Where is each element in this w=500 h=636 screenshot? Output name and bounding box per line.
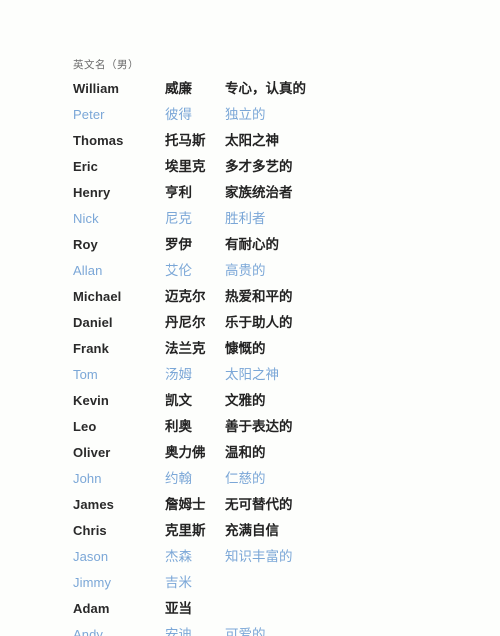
table-row: Tom 汤姆 太阳之神 — [0, 362, 500, 388]
chinese-name-cell: 亚当 — [165, 601, 192, 617]
chinese-name-cell: 尼克 — [165, 211, 192, 227]
meaning-cell: 乐于助人的 — [225, 315, 293, 331]
table-row: Thomas 托马斯 太阳之神 — [0, 128, 500, 154]
english-name-cell: Allan — [73, 263, 103, 278]
english-name-cell: Adam — [73, 601, 110, 616]
english-name-cell: Henry — [73, 185, 111, 200]
meaning-cell: 充满自信 — [225, 523, 279, 539]
table-row: Kevin 凯文 文雅的 — [0, 388, 500, 414]
english-name-cell: Nick — [73, 211, 99, 226]
table-row: Chris 克里斯 充满自信 — [0, 518, 500, 544]
table-row: Oliver 奥力佛 温和的 — [0, 440, 500, 466]
meaning-cell: 高贵的 — [225, 263, 266, 279]
chinese-name-cell: 迈克尔 — [165, 289, 206, 305]
meaning-cell: 文雅的 — [225, 393, 266, 409]
meaning-cell: 热爱和平的 — [225, 289, 293, 305]
chinese-name-cell: 杰森 — [165, 549, 192, 565]
chinese-name-cell: 安迪 — [165, 627, 192, 636]
table-row: Jason 杰森 知识丰富的 — [0, 544, 500, 570]
english-name-cell: Tom — [73, 367, 98, 382]
chinese-name-cell: 彼得 — [165, 107, 192, 123]
meaning-cell: 有耐心的 — [225, 237, 279, 253]
english-name-cell: Peter — [73, 107, 105, 122]
chinese-name-cell: 约翰 — [165, 471, 192, 487]
chinese-name-cell: 埃里克 — [165, 159, 206, 175]
meaning-cell: 专心，认真的 — [225, 81, 306, 97]
chinese-name-cell: 罗伊 — [165, 237, 192, 253]
table-row: Frank 法兰克 慷慨的 — [0, 336, 500, 362]
chinese-name-cell: 汤姆 — [165, 367, 192, 383]
table-row: Leo 利奥 善于表达的 — [0, 414, 500, 440]
chinese-name-cell: 亨利 — [165, 185, 192, 201]
meaning-cell: 独立的 — [225, 107, 266, 123]
table-row: Michael 迈克尔 热爱和平的 — [0, 284, 500, 310]
chinese-name-cell: 丹尼尔 — [165, 315, 206, 331]
english-name-cell: Jimmy — [73, 575, 112, 590]
table-row: John 约翰 仁慈的 — [0, 466, 500, 492]
english-name-cell: John — [73, 471, 102, 486]
meaning-cell: 仁慈的 — [225, 471, 266, 487]
table-row: Roy 罗伊 有耐心的 — [0, 232, 500, 258]
chinese-name-cell: 托马斯 — [165, 133, 206, 149]
english-name-cell: Kevin — [73, 393, 109, 408]
table-row: Nick 尼克 胜利者 — [0, 206, 500, 232]
english-name-table: William 威廉 专心，认真的 Peter 彼得 独立的 Thomas 托马斯 太阳之神 Er… — [0, 76, 500, 636]
meaning-cell: 温和的 — [225, 445, 266, 461]
table-row: Jimmy 吉米 — [0, 570, 500, 596]
table-row: Eric 埃里克 多才多艺的 — [0, 154, 500, 180]
chinese-name-cell: 法兰克 — [165, 341, 206, 357]
table-row: Henry 亨利 家族统治者 — [0, 180, 500, 206]
chinese-name-cell: 吉米 — [165, 575, 192, 591]
table-row: William 威廉 专心，认真的 — [0, 76, 500, 102]
english-name-cell: Daniel — [73, 315, 113, 330]
table-row: Daniel 丹尼尔 乐于助人的 — [0, 310, 500, 336]
table-row: Andy 安迪 可爱的 — [0, 622, 500, 636]
meaning-cell: 胜利者 — [225, 211, 266, 227]
english-name-cell: Eric — [73, 159, 98, 174]
table-row: Allan 艾伦 高贵的 — [0, 258, 500, 284]
meaning-cell: 多才多艺的 — [225, 159, 293, 175]
chinese-name-cell: 艾伦 — [165, 263, 192, 279]
chinese-name-cell: 克里斯 — [165, 523, 206, 539]
english-name-cell: Andy — [73, 627, 104, 636]
chinese-name-cell: 利奥 — [165, 419, 192, 435]
chinese-name-cell: 詹姆士 — [165, 497, 206, 513]
english-name-cell: William — [73, 81, 120, 96]
meaning-cell: 可爱的 — [225, 627, 266, 636]
meaning-cell: 家族统治者 — [225, 185, 293, 201]
chinese-name-cell: 凯文 — [165, 393, 192, 409]
table-row: Peter 彼得 独立的 — [0, 102, 500, 128]
english-name-cell: Jason — [73, 549, 109, 564]
table-row: James 詹姆士 无可替代的 — [0, 492, 500, 518]
meaning-cell: 知识丰富的 — [225, 549, 293, 565]
english-name-cell: Oliver — [73, 445, 111, 460]
english-name-cell: Thomas — [73, 133, 124, 148]
english-name-cell: Roy — [73, 237, 98, 252]
table-row: Adam 亚当 — [0, 596, 500, 622]
chinese-name-cell: 威廉 — [165, 81, 192, 97]
meaning-cell: 善于表达的 — [225, 419, 293, 435]
name-list-page: 英文名（男） William 威廉 专心，认真的 Peter 彼得 独立的 Thomas 托马… — [0, 0, 500, 636]
chinese-name-cell: 奥力佛 — [165, 445, 206, 461]
english-name-cell: Michael — [73, 289, 122, 304]
english-name-cell: Leo — [73, 419, 97, 434]
meaning-cell: 太阳之神 — [225, 367, 279, 383]
english-name-cell: James — [73, 497, 114, 512]
english-name-cell: Frank — [73, 341, 109, 356]
meaning-cell: 无可替代的 — [225, 497, 293, 513]
english-name-cell: Chris — [73, 523, 107, 538]
meaning-cell: 太阳之神 — [225, 133, 279, 149]
section-header: 英文名（男） — [73, 59, 139, 71]
meaning-cell: 慷慨的 — [225, 341, 266, 357]
